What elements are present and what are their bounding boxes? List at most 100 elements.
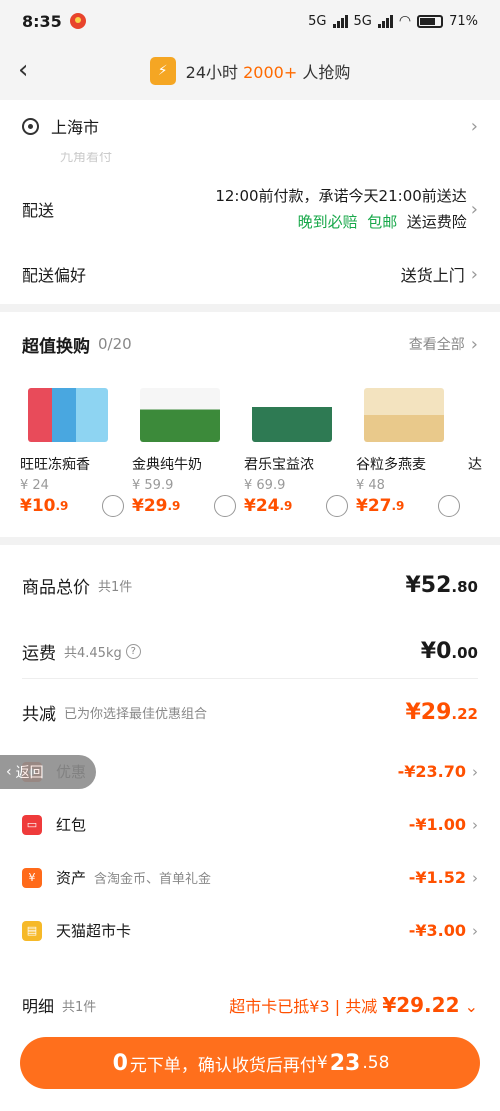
red-packet-icon: ▭ bbox=[22, 814, 42, 835]
tmall-card-label: 天猫超市卡 bbox=[56, 922, 132, 940]
product-name: 达 bbox=[468, 457, 482, 473]
product-box bbox=[28, 388, 108, 442]
location-pin-icon bbox=[22, 117, 39, 135]
product-image bbox=[244, 372, 340, 442]
chevron-right-icon: › bbox=[472, 921, 478, 940]
swap-product[interactable]: 君乐宝益浓 ¥ 69.9 ¥24.9 bbox=[244, 372, 356, 517]
select-radio[interactable] bbox=[102, 495, 124, 517]
battery-percent: 71% bbox=[449, 13, 478, 29]
reduction-sub: 已为你选择最佳优惠组合 bbox=[64, 706, 208, 722]
assets-sub: 含淘金币、首单礼金 bbox=[94, 872, 212, 887]
discount-amount: -¥23.70 bbox=[397, 762, 466, 781]
product-name: 金典纯牛奶 bbox=[132, 457, 202, 473]
return-label: 返回 bbox=[15, 765, 44, 781]
chevron-right-icon: › bbox=[472, 815, 478, 834]
help-icon[interactable]: ? bbox=[125, 644, 141, 659]
signal-icon bbox=[332, 14, 348, 28]
preference-value: 送货上门 bbox=[400, 266, 465, 285]
swap-header: 超值换购 0/20 查看全部 › bbox=[0, 312, 500, 362]
preference-label: 配送偏好 bbox=[22, 266, 87, 285]
address-detail-hidden: 九角着付 bbox=[60, 152, 113, 165]
product-new-price: ¥10.9 bbox=[20, 495, 132, 517]
red-packet-row[interactable]: ▭ 红包 -¥1.00 › bbox=[0, 798, 500, 851]
address-row[interactable]: 上海市 › bbox=[0, 100, 500, 152]
status-bar: 8:35 5G 5G ◠ 71% bbox=[0, 0, 500, 42]
assets-label: 资产 bbox=[56, 869, 87, 887]
product-new-price: ¥24.9 bbox=[244, 495, 356, 517]
product-image bbox=[468, 372, 498, 442]
card-icon: ▤ bbox=[22, 920, 42, 941]
reduction-label: 共减 bbox=[22, 704, 56, 725]
shipping-row: 运费 共4.45kg ? ¥0.00 bbox=[0, 625, 500, 678]
address-city: 上海市 bbox=[51, 118, 100, 137]
delivery-tags: 晚到必赔 包邮 送运费险 bbox=[297, 213, 467, 231]
return-button[interactable]: ‹ 返回 bbox=[0, 755, 96, 789]
status-right: 5G 5G ◠ 71% bbox=[308, 13, 478, 29]
product-image bbox=[20, 372, 116, 442]
signal-icon-2 bbox=[377, 14, 393, 28]
select-radio[interactable] bbox=[438, 495, 460, 517]
select-radio[interactable] bbox=[326, 495, 348, 517]
assets-row[interactable]: ¥ 资产 含淘金币、首单礼金 -¥1.52 › bbox=[0, 851, 500, 904]
swap-product[interactable]: 旺旺冻痴香 ¥ 24 ¥10.9 bbox=[20, 372, 132, 517]
product-image bbox=[356, 372, 452, 442]
delivery-promise: 12:00前付款，承诺今天21:00前送达 bbox=[215, 187, 467, 205]
shipping-weight: 共4.45kg bbox=[64, 646, 122, 661]
battery-icon bbox=[417, 14, 444, 28]
swap-card: 超值换购 0/20 查看全部 › 旺旺冻痴香 ¥ 24 ¥10.9 金典纯牛奶 … bbox=[0, 312, 500, 537]
detail-label: 明细 bbox=[22, 997, 55, 1016]
goods-total-label: 商品总价 bbox=[22, 577, 90, 598]
shopping-bag-icon: ⚡ bbox=[149, 57, 176, 85]
weibo-icon bbox=[69, 13, 86, 29]
goods-total-row: 商品总价 共1件 ¥52.80 bbox=[0, 545, 500, 625]
product-new-price: ¥29.9 bbox=[132, 495, 244, 517]
delivery-label: 配送 bbox=[22, 201, 55, 220]
network-label-2: 5G bbox=[353, 13, 372, 29]
product-old-price: ¥ 69.9 bbox=[244, 478, 286, 493]
reduction-row: 共减 已为你选择最佳优惠组合 ¥29.22 bbox=[0, 679, 500, 745]
chevron-left-icon: ‹ bbox=[6, 764, 12, 780]
submit-order-button[interactable]: 0 元下单，确认收货后再付 ¥23.58 bbox=[20, 1037, 480, 1089]
tmall-card-row[interactable]: ▤ 天猫超市卡 -¥3.00 › bbox=[0, 904, 500, 957]
red-packet-amount: -¥1.00 bbox=[408, 815, 466, 834]
chevron-right-icon: › bbox=[472, 762, 478, 781]
status-time: 8:35 bbox=[22, 11, 62, 31]
preference-row[interactable]: 配送偏好 送货上门 › bbox=[0, 246, 500, 302]
chevron-right-icon: › bbox=[472, 868, 478, 887]
header-title: 24小时 2000+ 人抢购 bbox=[185, 63, 351, 82]
chevron-right-icon: › bbox=[470, 115, 478, 137]
product-name: 旺旺冻痴香 bbox=[20, 457, 90, 473]
yen-icon: ¥ bbox=[22, 867, 42, 888]
goods-total-amount: ¥52.80 bbox=[405, 572, 478, 598]
shipping-amount: ¥0.00 bbox=[420, 639, 478, 664]
product-old-price: ¥ 59.9 bbox=[132, 478, 174, 493]
swap-product[interactable]: 谷粒多燕麦 ¥ 48 ¥27.9 bbox=[356, 372, 468, 517]
chevron-right-icon: › bbox=[470, 333, 478, 355]
product-old-price: ¥ 24 bbox=[20, 478, 49, 493]
swap-product-partial[interactable]: 达 bbox=[468, 372, 498, 517]
goods-count: 共1件 bbox=[98, 579, 133, 595]
product-image bbox=[132, 372, 228, 442]
chevron-right-icon: › bbox=[470, 263, 478, 285]
reduction-amount: ¥29.22 bbox=[405, 699, 478, 725]
tmall-card-amount: -¥3.00 bbox=[408, 921, 466, 940]
wifi-icon: ◠ bbox=[398, 13, 412, 29]
shipping-label: 运费 bbox=[22, 644, 56, 664]
detail-count: 共1件 bbox=[62, 999, 97, 1015]
delivery-row[interactable]: 配送 12:00前付款，承诺今天21:00前送达 晚到必赔 包邮 送运费险 › bbox=[0, 172, 500, 246]
delivery-info: 12:00前付款，承诺今天21:00前送达 晚到必赔 包邮 送运费险 bbox=[215, 183, 466, 235]
swap-product[interactable]: 金典纯牛奶 ¥ 59.9 ¥29.9 bbox=[132, 372, 244, 517]
assets-amount: -¥1.52 bbox=[408, 868, 466, 887]
page-header: ‹ ⚡ 24小时 2000+ 人抢购 bbox=[0, 42, 500, 100]
product-name: 君乐宝益浓 bbox=[244, 457, 314, 473]
red-packet-label: 红包 bbox=[56, 816, 87, 834]
swap-title: 超值换购 bbox=[22, 336, 90, 357]
swap-count: 0/20 bbox=[98, 335, 132, 353]
address-card: 上海市 › 九角着付 配送 12:00前付款，承诺今天21:00前送达 晚到必赔… bbox=[0, 100, 500, 304]
product-name: 谷粒多燕麦 bbox=[356, 457, 426, 473]
view-all-link[interactable]: 查看全部 bbox=[409, 334, 465, 354]
product-new-price: ¥27.9 bbox=[356, 495, 468, 517]
select-radio[interactable] bbox=[214, 495, 236, 517]
back-arrow-icon[interactable]: ‹ bbox=[18, 56, 28, 84]
detail-row[interactable]: 明细 共1件 超市卡已抵¥3 | 共减 ¥29.22 ⌄ bbox=[0, 983, 500, 1027]
